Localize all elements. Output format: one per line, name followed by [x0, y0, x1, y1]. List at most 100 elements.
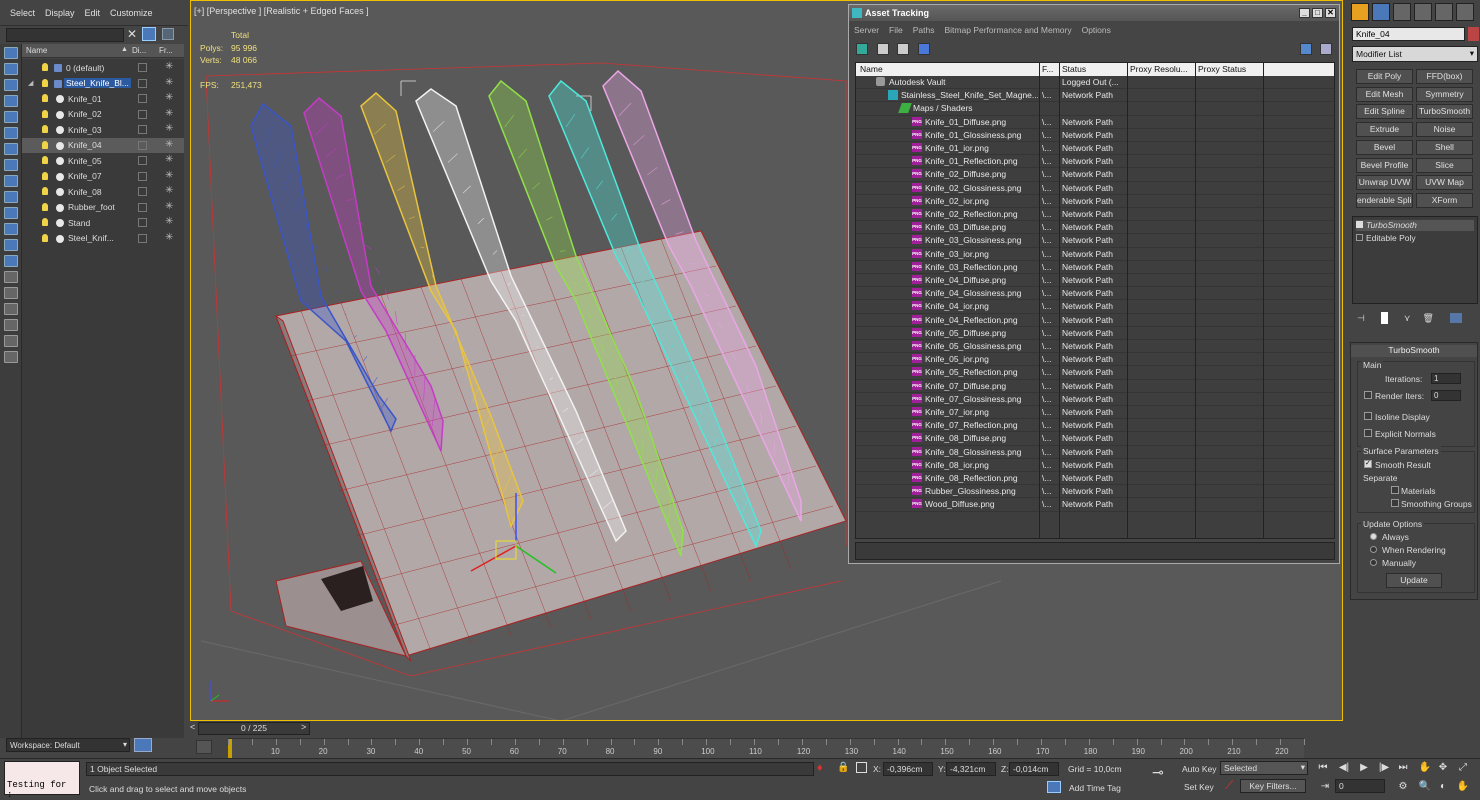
scene-tree-row[interactable]: Knife_05 ✳	[22, 153, 184, 169]
scene-tree-row[interactable]: Knife_04 ✳	[22, 137, 184, 153]
maximize-icon[interactable]: □	[1312, 8, 1323, 18]
column-full-path[interactable]: F...	[1042, 64, 1053, 74]
shapes-filter-icon[interactable]	[4, 111, 18, 123]
lightbulb-icon[interactable]	[42, 140, 48, 149]
mini-curve-editor-icon[interactable]	[196, 740, 212, 754]
add-time-tag[interactable]: Add Time Tag	[1069, 783, 1121, 793]
zoom-icon[interactable]: 🔍	[1418, 781, 1432, 793]
column-proxy-status[interactable]: Proxy Status	[1198, 64, 1246, 74]
modifier-button[interactable]: Edit Spline	[1356, 104, 1413, 120]
modifier-button[interactable]: Bevel Profile	[1356, 157, 1413, 173]
x-coordinate-field[interactable]: -0,396cm	[883, 762, 933, 776]
configure-sets-icon[interactable]	[1449, 313, 1462, 323]
create-tab-icon[interactable]	[1351, 3, 1369, 21]
freeze-toggle-icon[interactable]: ✳	[165, 154, 173, 165]
freeze-toggle-icon[interactable]: ✳	[165, 216, 173, 227]
scene-tree-row[interactable]: 0 (default) ✳	[22, 60, 184, 76]
menu-display[interactable]: Display	[45, 8, 75, 18]
display-toggle-icon[interactable]	[138, 109, 147, 119]
lightbulb-icon[interactable]	[42, 109, 48, 118]
viewport-label[interactable]: [+] [Perspective ] [Realistic + Edged Fa…	[194, 6, 369, 16]
display-toggle-icon[interactable]	[138, 94, 147, 103]
settings-icon[interactable]	[1320, 43, 1332, 55]
menu-file[interactable]: File	[889, 25, 903, 35]
set-key-button[interactable]: Set Key	[1184, 782, 1214, 792]
menu-customize[interactable]: Customize	[110, 8, 153, 18]
modifier-button[interactable]: Slice	[1416, 157, 1473, 173]
current-frame-field[interactable]: 0	[1335, 779, 1385, 793]
scene-tree-row[interactable]: Knife_01 ✳	[22, 91, 184, 107]
groups-filter-icon[interactable]	[4, 191, 18, 203]
always-radio[interactable]	[1370, 533, 1377, 540]
smooth-result-checkbox[interactable]: ✓	[1364, 460, 1372, 468]
modifier-button[interactable]: TurboSmooth	[1416, 104, 1473, 120]
display-all-icon[interactable]	[4, 63, 18, 75]
help-icon[interactable]	[1300, 43, 1312, 55]
scene-tree-row[interactable]: Steel_Knife_Bl... ✳ ◢	[22, 76, 184, 92]
z-coordinate-field[interactable]: -0,014cm	[1009, 762, 1059, 776]
funnel-icon[interactable]	[4, 319, 18, 331]
scene-search-input[interactable]	[6, 28, 124, 42]
lightbulb-icon[interactable]	[42, 63, 48, 71]
lightbulb-icon[interactable]	[42, 187, 48, 195]
modifier-button[interactable]: enderable Splir	[1356, 192, 1413, 208]
layer-explorer-button[interactable]	[134, 738, 152, 752]
maximize-viewport-icon[interactable]: ⤢	[1456, 762, 1470, 774]
containers-filter-icon[interactable]	[4, 239, 18, 251]
prev-key-icon[interactable]: ◀|	[1337, 762, 1351, 774]
column-asset-name[interactable]: Name	[860, 64, 883, 74]
object-color-swatch[interactable]	[1468, 27, 1479, 41]
key-icon[interactable]: ⊸	[1152, 764, 1164, 781]
smoothing-groups-checkbox[interactable]	[1391, 499, 1399, 507]
column-name[interactable]: Name	[26, 46, 47, 55]
scene-tree-row[interactable]: Knife_02 ✳	[22, 107, 184, 123]
scene-tree-row[interactable]: Knife_08 ✳	[22, 184, 184, 200]
materials-checkbox[interactable]	[1391, 486, 1399, 494]
rollout-title[interactable]: TurboSmooth	[1351, 345, 1477, 357]
xrefs-filter-icon[interactable]	[4, 207, 18, 219]
key-mode-toggle-icon[interactable]: ⇥	[1318, 781, 1332, 793]
pan-icon[interactable]: ✋	[1456, 781, 1470, 793]
modifier-list-dropdown[interactable]: Modifier List ▾	[1352, 46, 1478, 62]
menu-options[interactable]: Options	[1082, 25, 1111, 35]
next-frame-arrow-icon[interactable]: >	[301, 722, 309, 735]
invert-display-icon[interactable]	[4, 79, 18, 91]
display-toggle-icon[interactable]	[138, 202, 147, 212]
lightbulb-icon[interactable]	[42, 202, 48, 211]
minimize-icon[interactable]: _	[1299, 8, 1310, 18]
manually-radio[interactable]	[1370, 559, 1377, 566]
filter-icon[interactable]	[142, 27, 156, 41]
modify-tab-icon[interactable]	[1372, 3, 1390, 21]
scene-tree-row[interactable]: Stand ✳	[22, 215, 184, 231]
isoline-display-checkbox[interactable]	[1364, 412, 1372, 420]
lightbulb-icon[interactable]	[42, 233, 48, 242]
freeze-toggle-icon[interactable]: ✳	[165, 108, 173, 119]
freeze-toggle-icon[interactable]: ✳	[165, 170, 173, 181]
maxscript-listener[interactable]: Testing for :	[4, 761, 80, 800]
bones-filter-icon[interactable]	[4, 223, 18, 235]
display-toggle-icon[interactable]	[138, 125, 147, 134]
object-name-field[interactable]: Knife_04	[1352, 27, 1465, 41]
display-toggle-icon[interactable]	[138, 218, 147, 227]
render-iters-checkbox[interactable]	[1364, 391, 1372, 399]
list-icon[interactable]	[4, 303, 18, 315]
zoom-time-icon[interactable]: ✋	[1418, 762, 1432, 774]
key-mode-icon[interactable]: ⟋	[1225, 778, 1233, 793]
make-unique-icon[interactable]: ⋎	[1404, 313, 1411, 324]
lightbulb-icon[interactable]	[1356, 221, 1363, 228]
document-icon[interactable]	[4, 271, 18, 283]
pin-stack-icon[interactable]: ⊣	[1357, 313, 1365, 324]
scene-tree-row[interactable]: Rubber_foot ✳	[22, 200, 184, 216]
asset-path-field[interactable]	[855, 542, 1335, 560]
time-tag-icon[interactable]	[1047, 781, 1061, 793]
next-key-icon[interactable]: |▶	[1377, 762, 1391, 774]
modifier-button[interactable]: XForm	[1416, 192, 1473, 208]
freeze-toggle-icon[interactable]: ✳	[165, 77, 173, 88]
workspace-dropdown[interactable]: Workspace: Default ▾	[6, 738, 130, 752]
column-display[interactable]: Di...	[132, 46, 146, 55]
go-to-start-icon[interactable]: ⏮	[1316, 762, 1330, 774]
orbit-icon[interactable]: ✥	[1436, 762, 1450, 774]
lightbulb-icon[interactable]	[42, 78, 48, 87]
modifier-button[interactable]: Extrude	[1356, 122, 1413, 138]
expand-icon[interactable]	[1356, 234, 1363, 241]
